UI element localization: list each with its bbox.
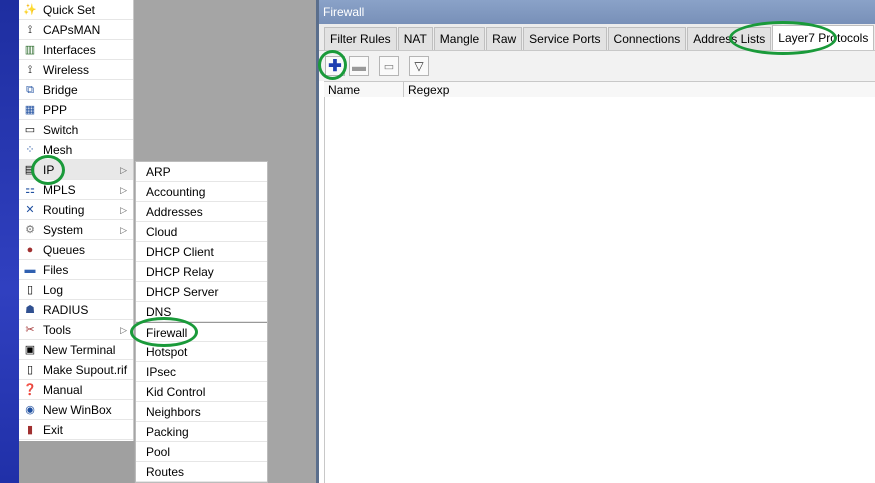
menu-item-bridge[interactable]: ⧉ Bridge bbox=[19, 80, 133, 100]
tab-layer7-protocols[interactable]: Layer7 Protocols bbox=[772, 25, 875, 50]
submenu-item-dns[interactable]: DNS bbox=[136, 302, 267, 322]
submenu-arrow-icon: ▷ bbox=[120, 225, 127, 235]
submenu-item-routes[interactable]: Routes bbox=[136, 462, 267, 482]
queues-icon: ● bbox=[26, 244, 34, 256]
gear-icon: ⚙ bbox=[25, 224, 35, 236]
document-icon: ▯ bbox=[26, 364, 34, 376]
filter-icon: ▽ bbox=[414, 59, 424, 73]
menu-item-switch[interactable]: ▭ Switch bbox=[19, 120, 133, 140]
menu-item-ip[interactable]: ▤ IP ▷ bbox=[19, 160, 133, 180]
submenu-item-cloud[interactable]: Cloud bbox=[136, 222, 267, 242]
terminal-icon: ▣ bbox=[24, 344, 36, 356]
switch-icon: ▭ bbox=[24, 124, 36, 136]
folder-icon: ▬ bbox=[24, 264, 36, 276]
exit-icon: ▮ bbox=[26, 424, 34, 436]
add-button[interactable]: ✚ bbox=[325, 56, 345, 76]
tab-address-lists[interactable]: Address Lists bbox=[687, 27, 772, 50]
menu-item-radius[interactable]: ☗ RADIUS bbox=[19, 300, 133, 320]
column-header-regexp[interactable]: Regexp bbox=[404, 82, 875, 98]
submenu-item-ipsec[interactable]: IPsec bbox=[136, 362, 267, 382]
column-header-name[interactable]: Name bbox=[324, 82, 404, 98]
submenu-item-firewall[interactable]: Firewall bbox=[136, 322, 267, 342]
menu-item-ppp[interactable]: ▦ PPP bbox=[19, 100, 133, 120]
menu-item-exit[interactable]: ▮ Exit bbox=[19, 420, 133, 440]
submenu-arrow-icon: ▷ bbox=[120, 205, 127, 215]
submenu-item-neighbors[interactable]: Neighbors bbox=[136, 402, 267, 422]
tab-filter-rules[interactable]: Filter Rules bbox=[324, 27, 397, 50]
winbox-side-bar bbox=[0, 0, 19, 483]
log-icon: ▯ bbox=[26, 284, 34, 296]
menu-item-new-terminal[interactable]: ▣ New Terminal bbox=[19, 340, 133, 360]
menu-item-new-winbox[interactable]: ◉ New WinBox bbox=[19, 400, 133, 420]
ip-icon: ▤ bbox=[24, 164, 36, 176]
tools-icon: ✂ bbox=[25, 324, 35, 336]
wand-icon: ✨ bbox=[23, 4, 37, 16]
menu-item-quick-set[interactable]: ✨ Quick Set bbox=[19, 0, 133, 20]
submenu-item-accounting[interactable]: Accounting bbox=[136, 182, 267, 202]
main-menu: ✨ Quick Set ⟟ CAPsMAN ▥ Interfaces ⟟ Wireles… bbox=[19, 0, 134, 441]
tab-connections[interactable]: Connections bbox=[607, 27, 687, 50]
submenu-item-arp[interactable]: ARP bbox=[136, 162, 267, 182]
window-title[interactable]: Firewall bbox=[319, 0, 875, 24]
submenu-item-kid-control[interactable]: Kid Control bbox=[136, 382, 267, 402]
tab-raw[interactable]: Raw bbox=[486, 27, 523, 50]
tab-mangle[interactable]: Mangle bbox=[433, 27, 486, 50]
tab-service-ports[interactable]: Service Ports bbox=[523, 27, 607, 50]
ppp-icon: ▦ bbox=[24, 104, 36, 116]
menu-item-make-supout[interactable]: ▯ Make Supout.rif bbox=[19, 360, 133, 380]
wireless-icon: ⟟ bbox=[27, 64, 33, 76]
submenu-item-addresses[interactable]: Addresses bbox=[136, 202, 267, 222]
comment-icon: ▭ bbox=[383, 60, 395, 73]
menu-item-log[interactable]: ▯ Log bbox=[19, 280, 133, 300]
grid-body[interactable] bbox=[324, 97, 875, 483]
menu-item-tools[interactable]: ✂ Tools ▷ bbox=[19, 320, 133, 340]
toolbar: ✚ ▬ ▭ ▽ bbox=[319, 51, 875, 81]
menu-item-files[interactable]: ▬ Files bbox=[19, 260, 133, 280]
submenu-item-pool[interactable]: Pool bbox=[136, 442, 267, 462]
submenu-item-hotspot[interactable]: Hotspot bbox=[136, 342, 267, 362]
tab-nat[interactable]: NAT bbox=[397, 27, 433, 50]
submenu-arrow-icon: ▷ bbox=[120, 185, 127, 195]
menu-item-system[interactable]: ⚙ System ▷ bbox=[19, 220, 133, 240]
menu-item-mpls[interactable]: ⚏ MPLS ▷ bbox=[19, 180, 133, 200]
minus-icon: ▬ bbox=[352, 58, 366, 74]
ip-submenu: ARP Accounting Addresses Cloud DHCP Clie… bbox=[135, 161, 268, 483]
antenna-icon: ⟟ bbox=[27, 24, 33, 36]
filter-button[interactable]: ▽ bbox=[409, 56, 429, 76]
winbox-icon: ◉ bbox=[25, 404, 35, 416]
menu-item-wireless[interactable]: ⟟ Wireless bbox=[19, 60, 133, 80]
menu-item-interfaces[interactable]: ▥ Interfaces bbox=[19, 40, 133, 60]
radius-icon: ☗ bbox=[25, 304, 35, 316]
submenu-arrow-icon: ▷ bbox=[120, 165, 127, 175]
menu-item-manual[interactable]: ❓ Manual bbox=[19, 380, 133, 400]
interfaces-icon: ▥ bbox=[24, 44, 36, 56]
submenu-item-dhcp-relay[interactable]: DHCP Relay bbox=[136, 262, 267, 282]
submenu-item-dhcp-client[interactable]: DHCP Client bbox=[136, 242, 267, 262]
menu-item-queues[interactable]: ● Queues bbox=[19, 240, 133, 260]
menu-item-routing[interactable]: ✕ Routing ▷ bbox=[19, 200, 133, 220]
menu-item-capsman[interactable]: ⟟ CAPsMAN bbox=[19, 20, 133, 40]
routing-icon: ✕ bbox=[25, 204, 35, 216]
help-icon: ❓ bbox=[23, 384, 37, 396]
firewall-window: Firewall Filter Rules NAT Mangle Raw Ser… bbox=[316, 0, 875, 483]
remove-button[interactable]: ▬ bbox=[349, 56, 369, 76]
mpls-icon: ⚏ bbox=[25, 184, 35, 196]
plus-icon: ✚ bbox=[328, 58, 342, 75]
submenu-arrow-icon: ▷ bbox=[120, 325, 127, 335]
tab-bar: Filter Rules NAT Mangle Raw Service Port… bbox=[319, 24, 875, 51]
comment-button[interactable]: ▭ bbox=[379, 56, 399, 76]
menu-item-mesh[interactable]: ⁘ Mesh bbox=[19, 140, 133, 160]
submenu-item-dhcp-server[interactable]: DHCP Server bbox=[136, 282, 267, 302]
bridge-icon: ⧉ bbox=[26, 84, 34, 96]
mesh-icon: ⁘ bbox=[25, 144, 35, 156]
submenu-item-packing[interactable]: Packing bbox=[136, 422, 267, 442]
